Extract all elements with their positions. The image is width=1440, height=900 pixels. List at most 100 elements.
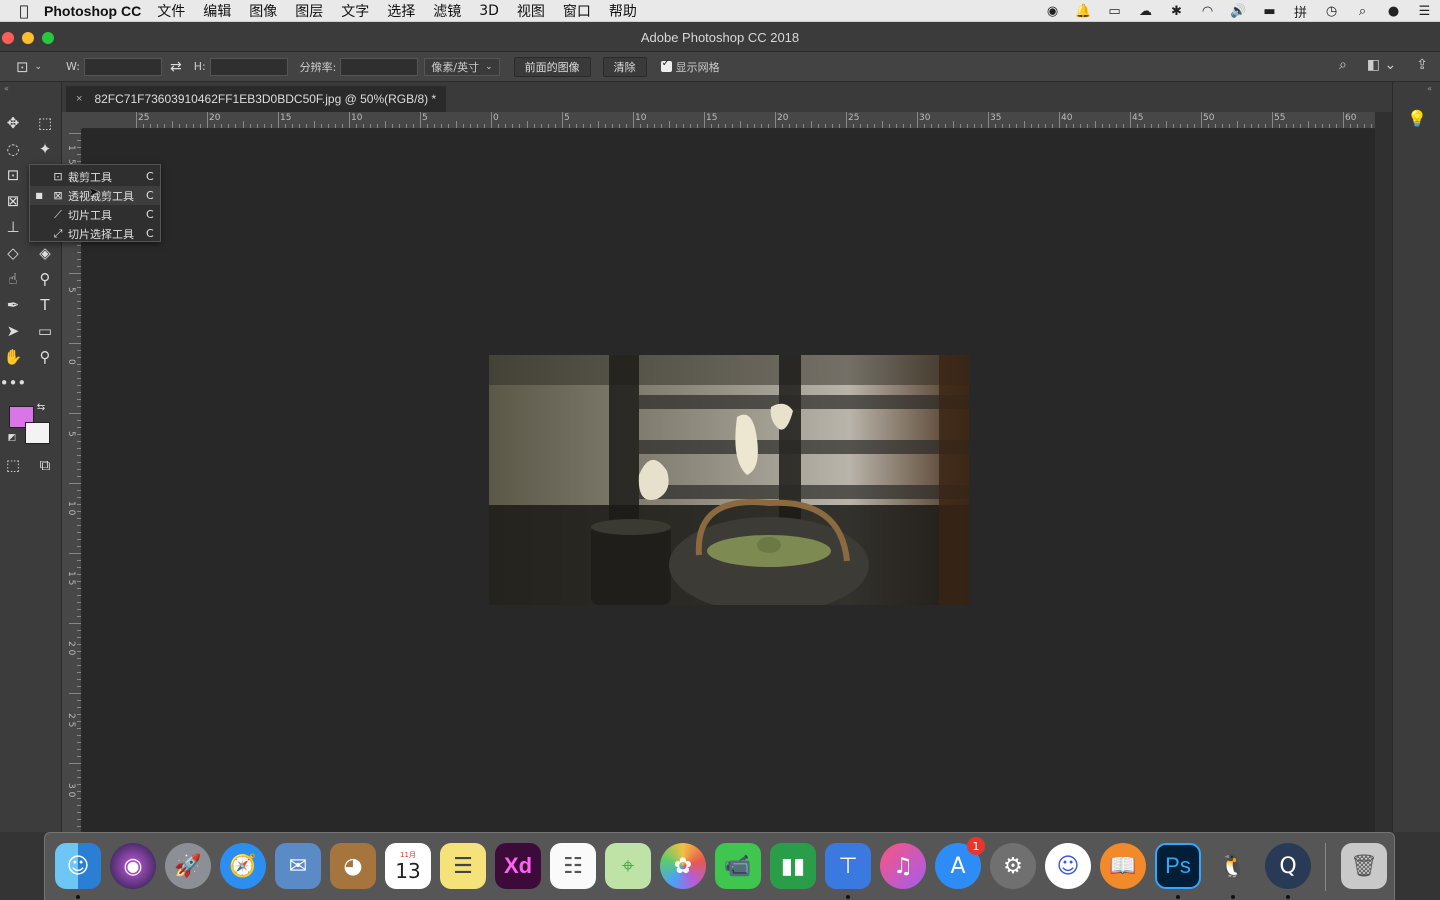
xd-icon[interactable]: Xd <box>495 843 541 889</box>
contacts-icon[interactable]: ◕ <box>330 843 376 889</box>
type-tool-icon[interactable]: T <box>33 294 57 316</box>
vertical-scrollbar[interactable] <box>1375 112 1392 832</box>
music-icon[interactable]: ♫ <box>880 843 926 889</box>
numbers-icon[interactable]: ▮▮ <box>770 843 816 889</box>
flyout-item-slice-select[interactable]: ⤢ 切片选择工具 C <box>30 224 160 243</box>
menu-file[interactable]: 文件 <box>157 1 185 21</box>
dodge-tool-icon[interactable]: ⚲ <box>33 268 57 290</box>
eraser-tool-icon[interactable]: ◇ <box>1 242 25 264</box>
menu-window[interactable]: 窗口 <box>563 1 591 21</box>
battery-icon[interactable]: ▬ <box>1254 4 1285 19</box>
show-grid-checkbox[interactable]: 显示网格 <box>660 58 720 75</box>
screen-icon[interactable]: ▭ <box>1099 4 1130 19</box>
menu-select[interactable]: 选择 <box>387 1 415 21</box>
volume-icon[interactable]: 🔊 <box>1223 4 1254 19</box>
ruler-origin[interactable] <box>62 112 82 129</box>
bluetooth-icon[interactable]: ✱ <box>1161 4 1192 19</box>
siri-icon[interactable]: ● <box>1378 4 1409 19</box>
book-icon[interactable]: 📖 <box>1100 843 1146 889</box>
more-tools-icon[interactable]: ••• <box>0 372 26 394</box>
menu-filter[interactable]: 滤镜 <box>433 1 461 21</box>
resolution-unit-select[interactable]: 像素/英寸 ⌄ <box>424 57 500 76</box>
bell-icon[interactable]: 🔔 <box>1068 4 1099 19</box>
pen-tool-icon[interactable]: ✒ <box>1 294 25 316</box>
notes-icon[interactable]: ☰ <box>440 843 486 889</box>
document-image[interactable] <box>489 355 969 605</box>
path-selection-tool-icon[interactable]: ➤ <box>1 320 25 342</box>
flyout-item-crop[interactable]: ⊡ 裁剪工具 C <box>30 167 160 186</box>
wifi-icon[interactable]: ◠ <box>1192 4 1223 19</box>
list-icon[interactable]: ☰ <box>1409 4 1440 19</box>
spotlight-icon[interactable]: ⌕ <box>1347 4 1378 19</box>
ps-icon[interactable]: Ps <box>1155 843 1201 889</box>
width-input[interactable] <box>83 57 162 76</box>
facetime-icon[interactable]: 📹 <box>715 843 761 889</box>
rectangle-tool-icon[interactable]: ▭ <box>33 320 57 342</box>
app-menu[interactable]: Photoshop CC <box>44 3 141 19</box>
flyout-item-slice[interactable]: ⟋ 切片工具 C <box>30 205 160 224</box>
ruler-tick <box>77 504 81 505</box>
height-input[interactable] <box>209 57 288 76</box>
swap-colors-icon[interactable]: ⇆ <box>34 400 48 414</box>
appstore-icon[interactable]: A 1 <box>935 837 985 889</box>
rocket-icon[interactable]: 🚀 <box>165 843 211 889</box>
horizontal-ruler[interactable]: 25 20 15 10 5 0 5 10 15 20 25 30 35 40 45 50 55 60 <box>82 112 1408 129</box>
stamp-tool-icon[interactable]: ⊥ <box>1 216 25 238</box>
calendar-icon[interactable]: 11月 13 <box>385 843 431 889</box>
compass-icon[interactable]: 🧭 <box>220 843 266 889</box>
menu-edit[interactable]: 编辑 <box>203 1 231 21</box>
close-tab-icon[interactable]: × <box>76 93 82 105</box>
apple-icon[interactable]:  <box>0 2 38 20</box>
keynote-icon[interactable]: ⊤ <box>825 843 871 889</box>
learn-panel-lightbulb-icon[interactable]: 💡 <box>1405 106 1429 130</box>
document-tab[interactable]: × 82FC71F73603910462FF1EB3D0BDC50F.jpg @… <box>66 86 447 112</box>
zoom-tool-icon[interactable]: ⚲ <box>33 346 57 368</box>
frame-tool-icon[interactable]: ⊠ <box>1 190 25 212</box>
search-icon[interactable]: ⌕ <box>1339 57 1347 73</box>
record-icon[interactable]: ◉ <box>1037 4 1068 19</box>
screen-mode-icon[interactable]: ⧉ <box>33 454 57 476</box>
maps-icon[interactable]: ⌖ <box>605 843 651 889</box>
eagle-icon[interactable]: ✉ <box>275 843 321 889</box>
workspace-icon[interactable]: ◧ ⌄ <box>1367 57 1396 73</box>
collapse-icon[interactable]: « <box>4 84 9 93</box>
menu-layer[interactable]: 图层 <box>295 1 323 21</box>
move-tool-icon[interactable]: ✥ <box>1 112 25 134</box>
lasso-tool-icon[interactable]: ◌ <box>1 138 25 160</box>
crop-tool-icon[interactable]: ⊡ <box>1 164 25 186</box>
swap-icon[interactable]: ⇄ <box>170 59 182 75</box>
menu-3d[interactable]: 3D <box>479 3 499 19</box>
canvas-area[interactable] <box>82 129 1375 832</box>
expand-panels-icon[interactable]: « <box>1427 84 1432 93</box>
trash-icon[interactable]: 🗑 <box>1341 843 1387 889</box>
menu-type[interactable]: 文字 <box>341 1 369 21</box>
menu-image[interactable]: 图像 <box>249 1 277 21</box>
siri-icon[interactable]: ◉ <box>110 843 156 889</box>
finder-icon[interactable]: ☺ <box>55 843 101 889</box>
background-color-swatch[interactable] <box>25 422 50 444</box>
ruler-tick <box>732 124 734 128</box>
input-method-icon[interactable]: 拼 <box>1285 2 1316 21</box>
magic-wand-tool-icon[interactable]: ✦ <box>33 138 57 160</box>
menu-help[interactable]: 帮助 <box>609 1 637 21</box>
share-icon[interactable]: ⇪ <box>1416 57 1428 73</box>
reminders-icon[interactable]: ☷ <box>550 843 596 889</box>
cloud-icon[interactable]: ☁ <box>1130 4 1161 19</box>
marquee-tool-icon[interactable]: ⬚ <box>33 112 57 134</box>
photos-icon[interactable]: ✿ <box>660 843 706 889</box>
quicktime-icon[interactable]: Q <box>1265 843 1311 889</box>
default-colors-icon[interactable]: ◩ <box>6 432 18 444</box>
quick-mask-icon[interactable]: ⬚ <box>1 454 25 476</box>
smudge-tool-icon[interactable]: ☝ <box>1 268 25 290</box>
clock-icon[interactable]: ◷ <box>1316 4 1347 19</box>
penguin-icon[interactable]: 🐧 <box>1210 843 1256 889</box>
gear-icon[interactable]: ⚙ <box>990 843 1036 889</box>
clear-button[interactable]: 清除 <box>602 56 647 77</box>
menu-view[interactable]: 视图 <box>517 1 545 21</box>
tool-preset-picker[interactable]: ⊡ ⌄ <box>4 58 54 76</box>
smile-icon[interactable]: ☺ <box>1045 843 1091 889</box>
front-image-button[interactable]: 前面的图像 <box>513 56 591 77</box>
hand-tool-icon[interactable]: ✋ <box>1 346 25 368</box>
resolution-input[interactable] <box>340 57 419 76</box>
paint-bucket-tool-icon[interactable]: ◈ <box>33 242 57 264</box>
